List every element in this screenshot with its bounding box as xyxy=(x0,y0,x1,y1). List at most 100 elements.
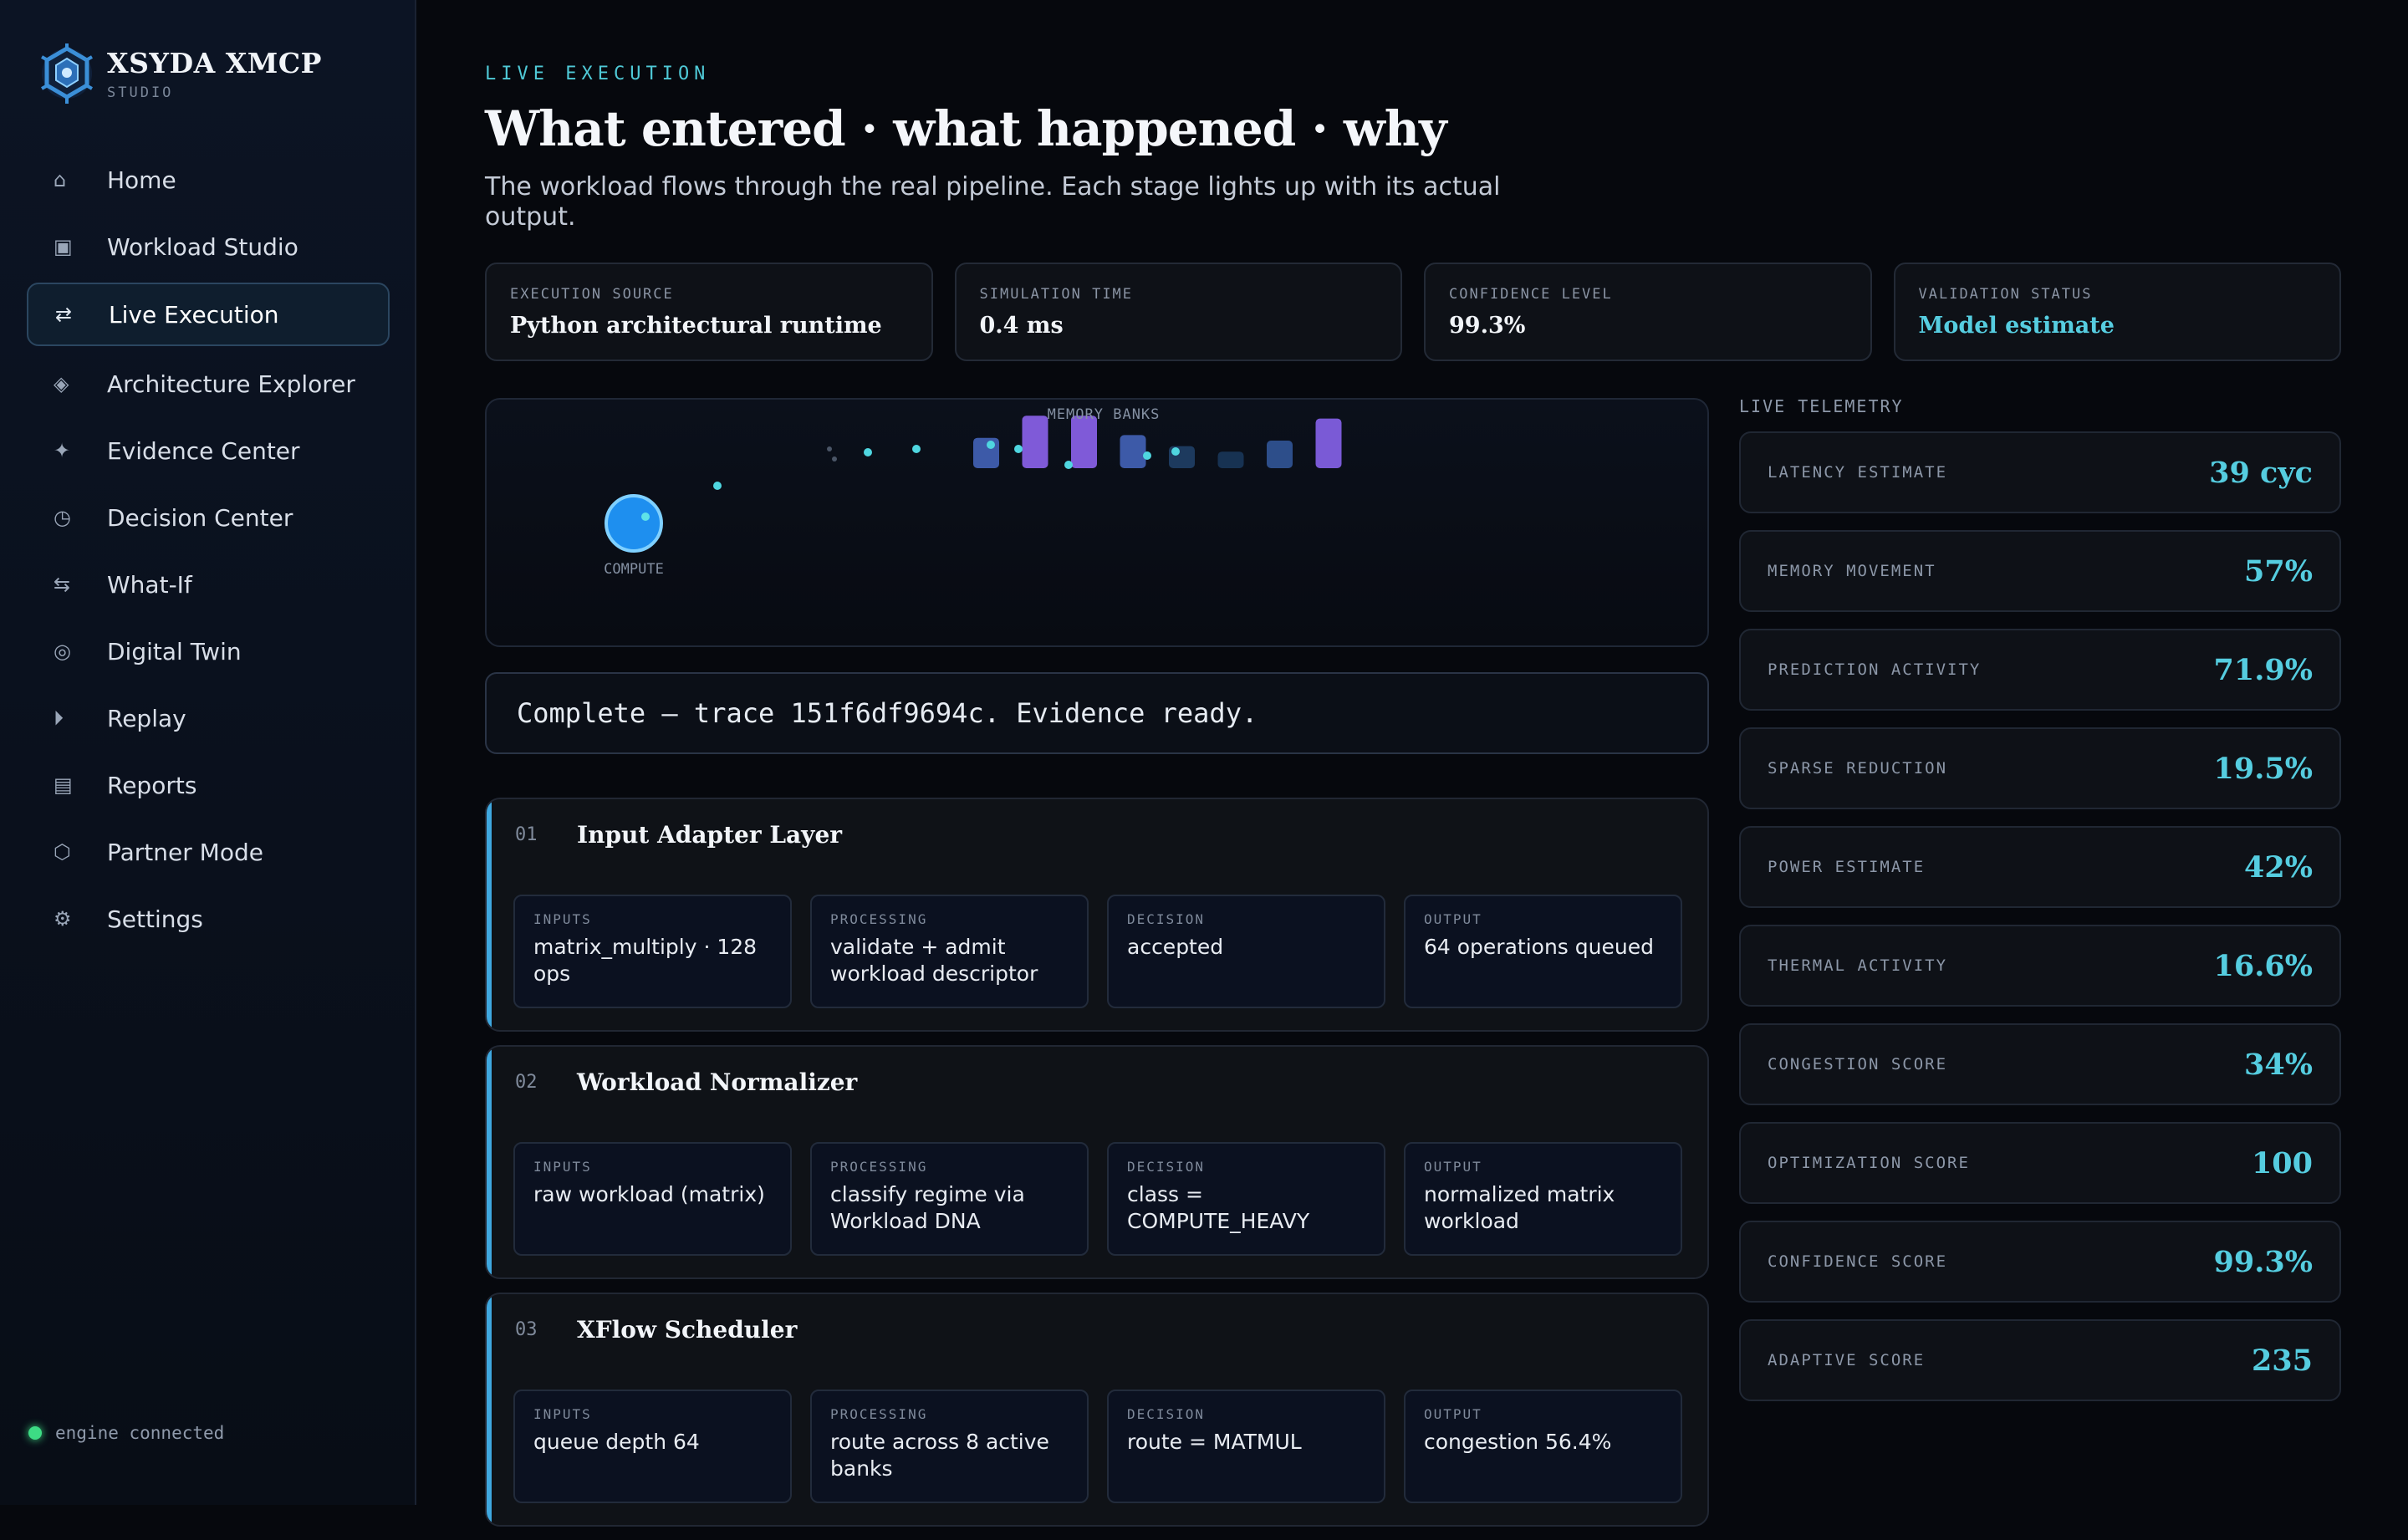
sidebar-item-label: Home xyxy=(107,166,176,194)
particle xyxy=(832,456,837,461)
pipeline-visualization: MEMORY BANKS COMPUTE xyxy=(485,398,1709,647)
stage-title: Input Adapter Layer xyxy=(577,821,843,849)
cell-label: PROCESSING xyxy=(830,1406,928,1422)
brand[interactable]: XSYDA XMCP STUDIO xyxy=(37,40,322,107)
sidebar-item-label: Evidence Center xyxy=(107,436,300,465)
engine-status-label: engine connected xyxy=(55,1423,225,1443)
memory-bank xyxy=(1071,416,1097,468)
cell-value: matrix_multiply · 128 ops xyxy=(533,935,758,986)
telemetry-item-adaptive: ADAPTIVE SCORE 235 xyxy=(1739,1319,2341,1401)
sidebar-item-evidence-center[interactable]: ✦ Evidence Center xyxy=(27,418,390,483)
sidebar-item-label: What-If xyxy=(107,570,192,599)
stage-card[interactable]: 02 Workload Normalizer INPUTS raw worklo… xyxy=(485,1045,1709,1279)
memory-bank xyxy=(973,437,999,468)
home-icon: ⌂ xyxy=(54,168,67,191)
kpi-label: CONFIDENCE LEVEL xyxy=(1449,286,1613,303)
particle xyxy=(1014,445,1023,453)
play-icon: ⏵ xyxy=(54,706,64,730)
cell-value: accepted xyxy=(1127,935,1224,959)
twin-icon: ◎ xyxy=(54,640,71,663)
telemetry-item-confidence: CONFIDENCE SCORE 99.3% xyxy=(1739,1221,2341,1303)
cell-value: congestion 56.4% xyxy=(1424,1430,1612,1454)
sidebar-nav: ⌂ Home ▣ Workload Studio ⇄ Live Executio… xyxy=(27,147,390,953)
sidebar-item-replay[interactable]: ⏵ Replay xyxy=(27,686,390,751)
clock-icon: ◷ xyxy=(54,506,71,529)
stage-output: OUTPUT 64 operations queued xyxy=(1404,895,1682,1008)
cell-label: INPUTS xyxy=(533,1406,592,1422)
studio-icon: ▣ xyxy=(54,235,73,258)
pipeline-canvas: MEMORY BANKS COMPUTE xyxy=(604,406,1342,578)
telemetry-item-thermal: THERMAL ACTIVITY 16.6% xyxy=(1739,925,2341,1007)
telemetry-item-latency: LATENCY ESTIMATE 39 cyc xyxy=(1739,431,2341,513)
telemetry-value: 42% xyxy=(2244,849,2313,885)
trace-status: Complete — trace 151f6df9694c. Evidence … xyxy=(485,672,1709,754)
brand-name: XSYDA XMCP xyxy=(107,46,322,79)
telemetry-item-optimization: OPTIMIZATION SCORE 100 xyxy=(1739,1122,2341,1204)
cell-label: OUTPUT xyxy=(1424,1159,1482,1175)
compute-label: COMPUTE xyxy=(604,561,664,578)
telemetry-value: 57% xyxy=(2244,553,2313,589)
telemetry-label: POWER ESTIMATE xyxy=(1768,858,1926,876)
stage-decision: DECISION route = MATMUL xyxy=(1107,1390,1385,1503)
stage-number: 03 xyxy=(515,1319,538,1340)
stage-decision: DECISION class = COMPUTE_HEAVY xyxy=(1107,1142,1385,1256)
telemetry-item-sparse: SPARSE REDUCTION 19.5% xyxy=(1739,727,2341,809)
cell-label: INPUTS xyxy=(533,1159,592,1175)
cell-label: DECISION xyxy=(1127,1406,1206,1422)
particle xyxy=(1171,447,1180,456)
sidebar-item-label: Digital Twin xyxy=(107,637,242,665)
kpi-value: Python architectural runtime xyxy=(510,313,882,339)
kpi-card-confidence-level: CONFIDENCE LEVEL 99.3% xyxy=(1424,263,1872,361)
kpi-value: Model estimate xyxy=(1918,313,2115,339)
memory-bank xyxy=(1267,441,1293,468)
telemetry-value: 34% xyxy=(2244,1047,2313,1082)
stage-processing: PROCESSING classify regime via Workload … xyxy=(810,1142,1089,1256)
memory-banks-label: MEMORY BANKS xyxy=(1048,406,1161,423)
telemetry-item-congestion: CONGESTION SCORE 34% xyxy=(1739,1023,2341,1105)
sidebar-item-live-execution[interactable]: ⇄ Live Execution xyxy=(27,283,390,346)
memory-bank xyxy=(1022,416,1048,468)
memory-bank xyxy=(1315,418,1342,468)
telemetry-value: 19.5% xyxy=(2213,751,2313,786)
gear-icon: ⚙ xyxy=(54,907,72,931)
swap-icon: ⇆ xyxy=(54,573,71,596)
sidebar-item-label: Partner Mode xyxy=(107,838,263,866)
page-eyebrow: LIVE EXECUTION xyxy=(485,64,711,84)
cell-value: queue depth 64 xyxy=(533,1430,700,1454)
telemetry-label: THERMAL ACTIVITY xyxy=(1768,956,1948,975)
telemetry-value: 99.3% xyxy=(2213,1244,2313,1279)
kpi-label: VALIDATION STATUS xyxy=(1918,286,2093,303)
telemetry-label: CONGESTION SCORE xyxy=(1768,1055,1948,1073)
telemetry-value: 100 xyxy=(2251,1145,2313,1180)
cell-label: PROCESSING xyxy=(830,911,928,927)
stage-card[interactable]: 03 XFlow Scheduler INPUTS queue depth 64… xyxy=(485,1293,1709,1527)
sidebar-item-what-if[interactable]: ⇆ What-If xyxy=(27,552,390,617)
engine-status: engine connected xyxy=(28,1423,224,1443)
stage-card[interactable]: 01 Input Adapter Layer INPUTS matrix_mul… xyxy=(485,798,1709,1032)
sidebar-item-label: Replay xyxy=(107,704,186,732)
telemetry-value: 71.9% xyxy=(2213,652,2313,687)
sidebar-item-label: Decision Center xyxy=(107,503,293,532)
sidebar-item-decision-center[interactable]: ◷ Decision Center xyxy=(27,485,390,550)
sidebar-item-digital-twin[interactable]: ◎ Digital Twin xyxy=(27,619,390,684)
stage-output: OUTPUT congestion 56.4% xyxy=(1404,1390,1682,1503)
stage-inputs: INPUTS matrix_multiply · 128 ops xyxy=(513,895,792,1008)
sidebar-item-partner-mode[interactable]: ⬡ Partner Mode xyxy=(27,819,390,885)
kpi-label: EXECUTION SOURCE xyxy=(510,286,674,303)
sidebar-item-home[interactable]: ⌂ Home xyxy=(27,147,390,212)
sidebar-item-architecture-explorer[interactable]: ◈ Architecture Explorer xyxy=(27,351,390,416)
compute-node xyxy=(605,494,663,553)
telemetry-item-prediction: PREDICTION ACTIVITY 71.9% xyxy=(1739,629,2341,711)
telemetry-value: 235 xyxy=(2251,1343,2313,1378)
sidebar-item-label: Settings xyxy=(107,905,203,933)
sidebar-item-settings[interactable]: ⚙ Settings xyxy=(27,886,390,951)
stage-processing: PROCESSING route across 8 active banks xyxy=(810,1390,1089,1503)
memory-banks xyxy=(973,416,1342,468)
sidebar-item-reports[interactable]: ▤ Reports xyxy=(27,752,390,818)
page-title: What entered · what happened · why xyxy=(485,100,1447,157)
cell-value: route = MATMUL xyxy=(1127,1430,1302,1454)
sidebar-item-workload-studio[interactable]: ▣ Workload Studio xyxy=(27,214,390,279)
diamond-icon: ◈ xyxy=(54,372,69,395)
stage-number: 02 xyxy=(515,1072,538,1093)
kpi-card-execution-source: EXECUTION SOURCE Python architectural ru… xyxy=(485,263,933,361)
